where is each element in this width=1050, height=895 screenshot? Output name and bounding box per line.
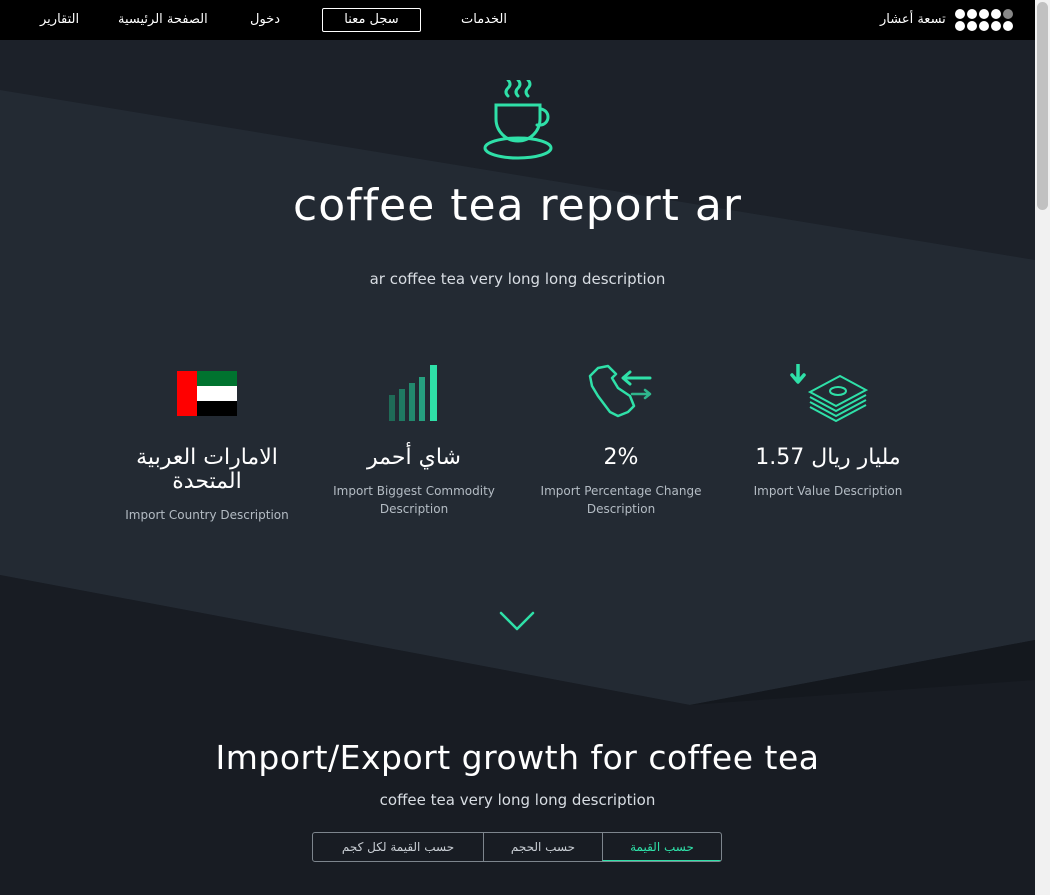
stat-description: Import Percentage Change Description bbox=[540, 484, 702, 516]
top-navbar: التقارير الصفحة الرئيسية دخول سجل معنا ا… bbox=[0, 0, 1035, 40]
stat-biggest-commodity: شاي أحمر Import Biggest Commodity Descri… bbox=[324, 360, 504, 518]
stat-value: الامارات العربية المتحدة bbox=[136, 445, 278, 494]
stat-description: Import Value Description bbox=[753, 484, 903, 498]
report-title: coffee tea report ar bbox=[293, 180, 742, 231]
report-description: ar coffee tea very long long description bbox=[369, 270, 666, 288]
stat-import-value: 1.57 مليار ريال Import Value Description bbox=[738, 360, 918, 500]
tab-value-per-kg[interactable]: حسب القيمة لكل كجم bbox=[313, 833, 483, 861]
register-button[interactable]: سجل معنا bbox=[322, 8, 421, 32]
nav-login-link[interactable]: دخول bbox=[250, 0, 280, 40]
growth-description: coffee tea very long long description bbox=[379, 791, 656, 809]
chevron-down-icon[interactable] bbox=[499, 610, 535, 632]
bar-growth-icon bbox=[389, 365, 437, 421]
money-stack-icon bbox=[790, 364, 868, 422]
stat-value: شاي أحمر bbox=[367, 445, 461, 470]
nav-home-link[interactable]: الصفحة الرئيسية bbox=[118, 0, 208, 40]
stat-percentage-change: 2% Import Percentage Change Description bbox=[531, 360, 711, 518]
coffee-cup-icon bbox=[483, 80, 553, 160]
stat-value: 2% bbox=[603, 445, 639, 470]
stat-value: 1.57 مليار ريال bbox=[755, 445, 901, 470]
uae-flag-icon bbox=[177, 370, 237, 416]
growth-title: Import/Export growth for coffee tea bbox=[215, 738, 820, 777]
nav-services-link[interactable]: الخدمات bbox=[461, 0, 507, 40]
stat-import-country: الامارات العربية المتحدة Import Country … bbox=[117, 360, 297, 524]
tab-value[interactable]: حسب القيمة bbox=[602, 833, 721, 861]
tab-volume[interactable]: حسب الحجم bbox=[483, 833, 602, 861]
saudi-map-exchange-icon bbox=[588, 364, 652, 418]
nav-reports-link[interactable]: التقارير bbox=[40, 0, 79, 40]
stat-description: Import Biggest Commodity Description bbox=[333, 484, 495, 516]
scrollbar-thumb[interactable] bbox=[1037, 2, 1048, 210]
brand-logo-icon[interactable] bbox=[955, 9, 1015, 31]
growth-tabs: حسب القيمة لكل كجم حسب الحجم حسب القيمة bbox=[312, 832, 722, 862]
stat-description: Import Country Description bbox=[125, 508, 289, 522]
brand-name[interactable]: تسعة أعشار bbox=[880, 0, 946, 40]
